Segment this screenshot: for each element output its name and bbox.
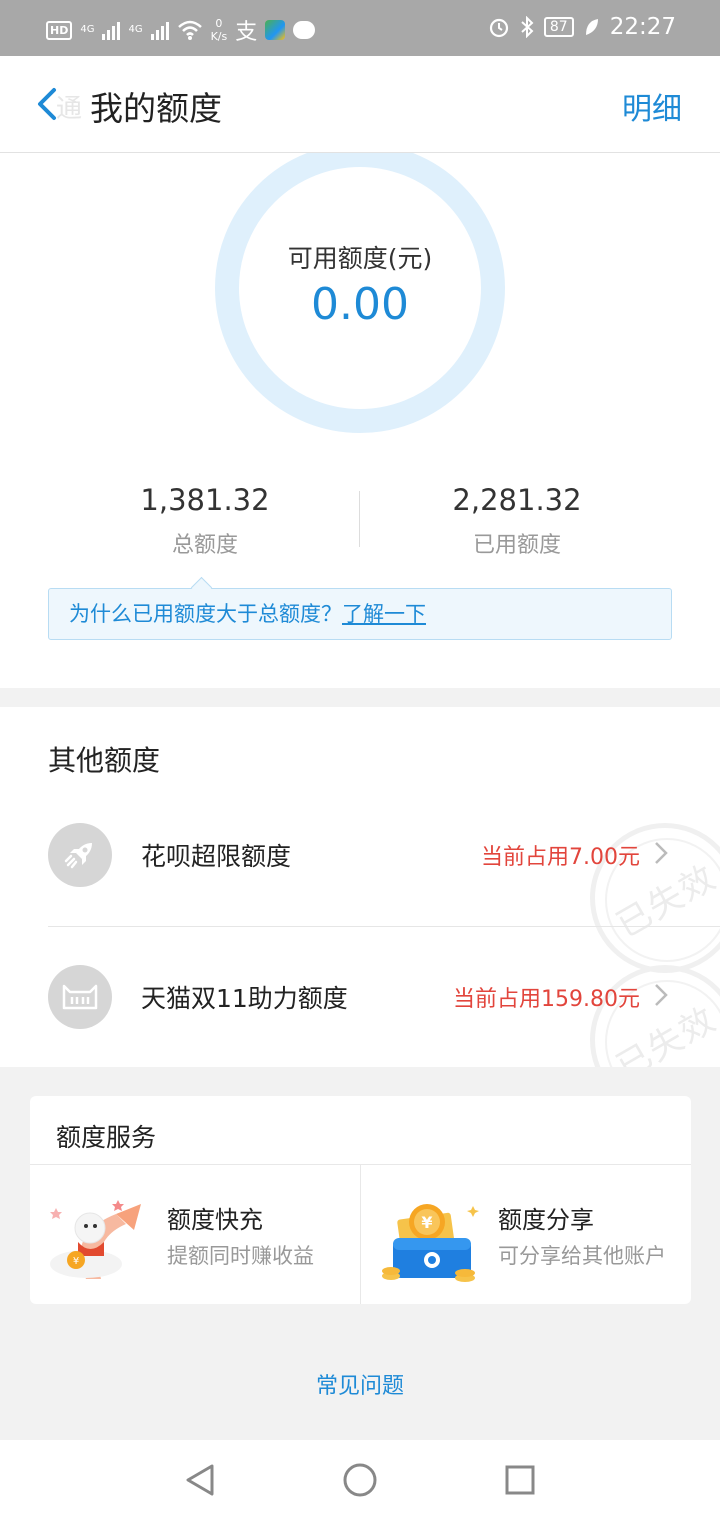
quota-summary-card: 可用额度(元) 0.00 1,381.32 总额度 2,281.32 已用额度 …: [0, 153, 720, 688]
tip-text: 为什么已用额度大于总额度？: [69, 602, 342, 626]
services-title: 额度服务: [56, 1123, 157, 1152]
signal-icon-2: [150, 20, 169, 40]
leaf-icon: [585, 19, 598, 35]
status-right: 87 22:27: [488, 14, 676, 40]
available-quota-value: 0.00: [311, 279, 409, 330]
page: HD 4G 4G 0 K/s 支 87 22:27 通 我的额度 明细 可用额度…: [0, 0, 720, 1520]
quota-services-card: 额度服务 ¥ 额度快充 提额同时赚收益 ¥ 额度分享 可分享给其他账户: [30, 1096, 691, 1304]
detail-link[interactable]: 明细: [622, 84, 682, 128]
total-quota-value: 1,381.32: [140, 483, 270, 517]
net-speed: 0 K/s: [211, 17, 228, 43]
quota-name: 花呗超限额度: [141, 842, 292, 871]
net-speed-unit: K/s: [210, 30, 228, 43]
available-quota-label: 可用额度(元): [287, 244, 433, 273]
used-quota-label: 已用额度: [472, 533, 561, 558]
info-tip: 为什么已用额度大于总额度？了解一下: [48, 588, 672, 640]
list-item-tmall-1111-quota[interactable]: 已失效 天猫双11助力额度 当前占用159.80元: [0, 927, 720, 1067]
service-share[interactable]: ¥ 额度分享 可分享给其他账户: [361, 1164, 691, 1304]
service-desc: 提额同时赚收益: [167, 1244, 314, 1268]
tmall-1111-icon: [48, 965, 112, 1029]
chevron-right-icon: [655, 842, 668, 864]
net-speed-value: 0: [215, 17, 223, 30]
quick-charge-illustration: ¥: [50, 1200, 141, 1279]
wallet-share-illustration: ¥: [382, 1204, 479, 1282]
status-bar: HD 4G 4G 0 K/s 支 87 22:27: [0, 0, 720, 56]
other-quotas-title: 其他额度: [48, 744, 161, 777]
list-item-overlimit-quota[interactable]: 已失效 花呗超限额度 当前占用7.00元: [0, 785, 720, 973]
network-type-1: 4G: [80, 24, 95, 35]
nav-home-icon[interactable]: [342, 1462, 378, 1498]
system-nav-bar: [0, 1440, 720, 1520]
used-quota: 2,281.32 已用额度: [362, 483, 672, 559]
nav-back-icon[interactable]: [182, 1462, 218, 1498]
service-name: 额度快充: [167, 1206, 263, 1234]
stat-divider: [359, 491, 360, 547]
total-quota-label: 总额度: [171, 533, 238, 558]
video-app-icon: [265, 20, 286, 40]
message-icon: [293, 21, 316, 39]
status-left: HD 4G 4G 0 K/s 支: [46, 14, 316, 46]
quota-name: 天猫双11助力额度: [141, 984, 348, 1013]
signal-icon-1: [102, 20, 121, 40]
other-quotas-card: 其他额度 已失效 花呗超限额度 当前占用7.00元 已失效 天猫双11助力额度 …: [0, 707, 720, 1067]
nav-recents-icon[interactable]: [502, 1462, 538, 1498]
back-ghost-text: 通: [56, 94, 83, 124]
alipay-icon: 支: [235, 20, 258, 45]
quota-usage: 当前占用159.80元: [453, 987, 640, 1012]
quota-usage: 当前占用7.00元: [481, 845, 640, 870]
battery-icon: 87: [543, 17, 574, 37]
bluetooth-icon: [521, 16, 534, 38]
chevron-right-icon: [655, 984, 668, 1006]
total-quota: 1,381.32 总额度: [50, 483, 360, 559]
service-desc: 可分享给其他账户: [498, 1244, 666, 1268]
rocket-icon: [48, 823, 112, 887]
nav-header: 通 我的额度 明细: [0, 56, 720, 153]
page-title: 我的额度: [90, 89, 222, 128]
faq-link[interactable]: 常见问题: [0, 1368, 720, 1400]
alarm-icon: [489, 18, 508, 38]
service-quick-charge[interactable]: ¥ 额度快充 提额同时赚收益: [30, 1164, 360, 1304]
hd-icon: HD: [46, 20, 73, 40]
svg-text:¥: ¥: [73, 1256, 79, 1267]
network-type-2: 4G: [128, 24, 143, 35]
service-name: 额度分享: [498, 1206, 594, 1234]
used-quota-value: 2,281.32: [452, 483, 582, 517]
learn-more-link[interactable]: 了解一下: [342, 602, 426, 626]
wifi-icon: [177, 20, 202, 40]
svg-text:¥: ¥: [421, 1213, 432, 1232]
clock: 22:27: [609, 14, 676, 40]
